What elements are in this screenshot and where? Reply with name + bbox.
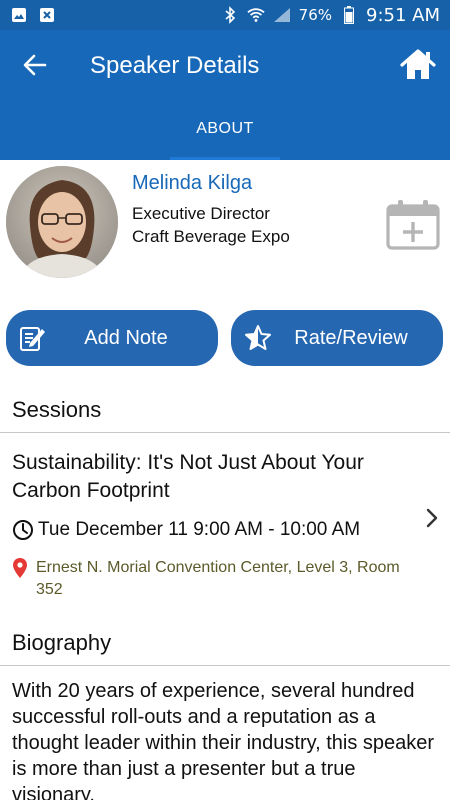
star-icon <box>243 323 273 353</box>
sessions-header: Sessions <box>0 389 450 433</box>
bluetooth-icon <box>221 6 239 24</box>
tab-about[interactable]: ABOUT <box>0 108 450 160</box>
page-title: Speaker Details <box>90 52 260 79</box>
biography-header: Biography <box>0 622 450 666</box>
speaker-title: Executive Director <box>132 204 270 223</box>
app-bar: Speaker Details ABOUT <box>0 30 450 160</box>
add-note-button[interactable]: Add Note <box>6 310 218 366</box>
session-location-row: Ernest N. Morial Convention Center, Leve… <box>12 557 416 601</box>
speaker-name[interactable]: Melinda Kilga <box>132 172 252 195</box>
biography-text: With 20 years of experience, several hun… <box>12 680 435 800</box>
calendar-add-icon <box>386 200 440 250</box>
clock-icon <box>13 520 33 540</box>
home-button[interactable] <box>398 46 438 84</box>
rate-review-label: Rate/Review <box>294 326 408 349</box>
battery-percent: 76% <box>298 6 332 24</box>
back-button[interactable] <box>20 50 50 80</box>
biography-heading: Biography <box>12 630 112 655</box>
location-pin-icon <box>13 558 27 578</box>
add-note-label: Add Note <box>84 326 168 349</box>
speaker-organization: Craft Beverage Expo <box>132 227 290 246</box>
speaker-profile: Melinda Kilga Executive Director Craft B… <box>0 160 450 290</box>
note-edit-icon <box>18 323 48 353</box>
session-time: Tue December 11 9:00 AM - 10:00 AM <box>38 519 361 540</box>
clock: 9:51 AM <box>366 4 440 26</box>
session-list-item[interactable]: Sustainability: It's Not Just About Your… <box>0 433 450 611</box>
battery-icon <box>340 6 358 24</box>
add-to-calendar-button[interactable] <box>386 198 440 250</box>
session-location: Ernest N. Morial Convention Center, Leve… <box>36 559 400 598</box>
tab-about-label: ABOUT <box>196 120 254 137</box>
status-bar: 76% 9:51 AM <box>0 0 450 30</box>
session-time-row: Tue December 11 9:00 AM - 10:00 AM <box>12 519 360 541</box>
home-icon <box>400 49 436 79</box>
wifi-icon <box>247 6 265 24</box>
image-notification-icon <box>10 6 28 24</box>
session-title: Sustainability: It's Not Just About Your… <box>12 451 364 502</box>
avatar <box>6 166 118 278</box>
rate-review-button[interactable]: Rate/Review <box>231 310 443 366</box>
chevron-right-icon <box>422 505 442 531</box>
sessions-heading: Sessions <box>12 397 102 422</box>
close-notification-icon <box>38 6 56 24</box>
signal-icon <box>273 6 291 24</box>
arrow-left-icon <box>23 54 47 76</box>
